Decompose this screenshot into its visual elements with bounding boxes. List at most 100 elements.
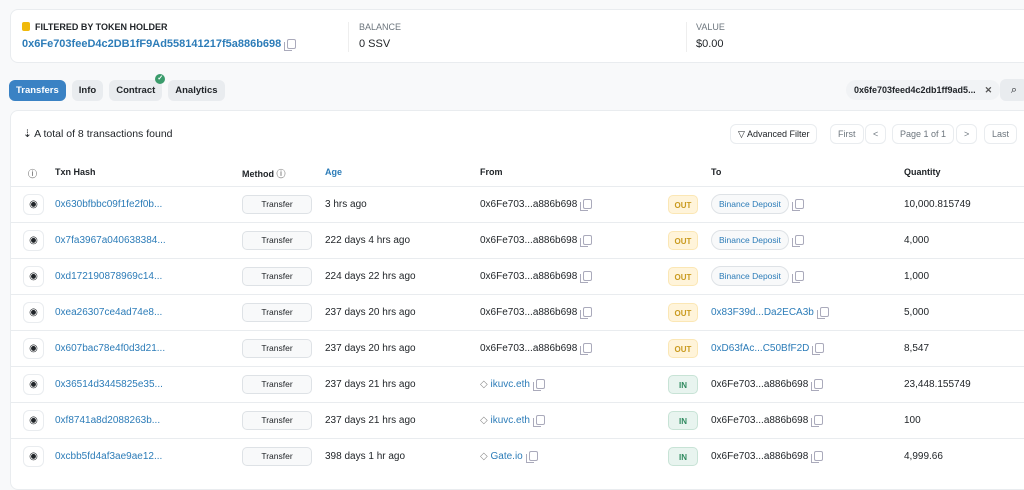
copy-icon[interactable] [814,415,823,425]
to-address[interactable]: 0x6Fe703...a886b698 [711,379,808,390]
copy-icon[interactable] [536,415,545,425]
method-badge: Transfer [242,375,312,394]
value-label: VALUE [696,22,725,32]
method-badge: Transfer [242,267,312,286]
txn-hash[interactable]: 0x607bac78e4f0d3d21... [55,331,165,367]
prev-page-button[interactable]: < [865,124,886,144]
eye-icon[interactable]: ◉ [23,266,44,287]
to-label[interactable]: Binance Deposit [711,230,789,250]
age: 237 days 20 hrs ago [325,295,416,331]
eye-icon[interactable]: ◉ [23,410,44,431]
txn-hash[interactable]: 0x36514d3445825e35... [55,367,163,403]
direction-badge: OUT [668,339,698,358]
txn-hash[interactable]: 0xd172190878969c14... [55,259,162,295]
total-count: ⇣ A total of 8 transactions found [23,128,173,140]
eye-icon[interactable]: ◉ [23,302,44,323]
table-row: ◉ 0x607bac78e4f0d3d21... Transfer 237 da… [11,330,1024,366]
direction-badge: IN [668,447,698,466]
next-page-button[interactable]: > [956,124,977,144]
copy-icon[interactable] [583,307,592,317]
txn-hash[interactable]: 0xea26307ce4ad74e8... [55,295,162,331]
quantity: 10,000.815749 [904,187,971,223]
copy-icon[interactable] [583,343,592,353]
copy-icon[interactable] [583,271,592,281]
copy-icon[interactable] [820,307,829,317]
eye-icon[interactable]: ◉ [23,338,44,359]
from-cell: ◇ ikuvc.eth [480,403,545,439]
eye-icon[interactable]: ◉ [23,230,44,251]
copy-icon[interactable] [529,451,538,461]
to-cell: 0x6Fe703...a886b698 [711,403,823,439]
age: 222 days 4 hrs ago [325,223,410,259]
col-from: From [480,167,503,177]
txn-hash[interactable]: 0xf8741a8d2088263b... [55,403,160,439]
quantity: 4,999.66 [904,439,943,475]
search-button[interactable]: ⌕ [1000,79,1024,101]
txn-hash[interactable]: 0x630bfbbc09f1fe2f0b... [55,187,162,223]
copy-icon[interactable] [287,39,296,49]
copy-icon[interactable] [583,199,592,209]
copy-icon[interactable] [814,379,823,389]
to-address[interactable]: 0xD63fAc...C50BfF2D [711,343,809,354]
txn-hash[interactable]: 0x7fa3967a040638384... [55,223,166,259]
info-icon[interactable]: ⓘ [277,169,286,179]
to-address[interactable]: 0x83F39d...Da2ECA3b [711,307,814,318]
age: 398 days 1 hr ago [325,439,405,475]
from-address[interactable]: ikuvc.eth [490,379,529,390]
col-to: To [711,167,721,177]
first-page-button[interactable]: First [830,124,864,144]
quantity: 4,000 [904,223,929,259]
eye-icon[interactable]: ◉ [23,446,44,467]
close-icon[interactable]: ✕ [985,85,993,95]
address-filter-chip[interactable]: 0x6fe703feed4c2db1ff9ad5... ✕ [846,80,1000,100]
contract-icon: ◇ [480,415,488,426]
tab-analytics[interactable]: Analytics [168,80,224,101]
help-icon[interactable]: ⓘ [28,167,37,180]
quantity: 1,000 [904,259,929,295]
direction-badge: OUT [668,231,698,250]
eye-icon[interactable]: ◉ [23,374,44,395]
to-address[interactable]: 0x6Fe703...a886b698 [711,415,808,426]
to-label[interactable]: Binance Deposit [711,266,789,286]
last-page-button[interactable]: Last [984,124,1017,144]
sort-icon: ⇣ [23,128,32,140]
copy-icon[interactable] [815,343,824,353]
age: 237 days 20 hrs ago [325,331,416,367]
from-cell: 0x6Fe703...a886b698 [480,295,592,331]
tab-info[interactable]: Info [72,80,103,101]
from-address[interactable]: ikuvc.eth [490,415,529,426]
copy-icon[interactable] [795,235,804,245]
quantity: 100 [904,403,921,439]
from-address[interactable]: Gate.io [490,451,522,462]
table-row: ◉ 0x36514d3445825e35... Transfer 237 day… [11,366,1024,402]
copy-icon[interactable] [583,235,592,245]
copy-icon[interactable] [795,271,804,281]
copy-icon[interactable] [536,379,545,389]
tab-transfers[interactable]: Transfers [9,80,66,101]
from-cell: 0x6Fe703...a886b698 [480,259,592,295]
copy-icon[interactable] [795,199,804,209]
tab-contract[interactable]: Contract✓ [109,80,162,101]
filter-chip-text: 0x6fe703feed4c2db1ff9ad5... [854,85,976,95]
from-cell: 0x6Fe703...a886b698 [480,223,592,259]
advanced-filter-button[interactable]: ▽ Advanced Filter [730,124,817,144]
holder-address[interactable]: 0x6Fe703feeD4c2DB1fF9Ad558141217f5a886b6… [22,38,281,50]
eye-icon[interactable]: ◉ [23,194,44,215]
table-row: ◉ 0x7fa3967a040638384... Transfer 222 da… [11,222,1024,258]
to-label[interactable]: Binance Deposit [711,194,789,214]
from-address[interactable]: 0x6Fe703...a886b698 [480,307,577,318]
col-age[interactable]: Age [325,167,342,177]
contract-icon: ◇ [480,451,488,462]
from-address[interactable]: 0x6Fe703...a886b698 [480,235,577,246]
txn-hash[interactable]: 0xcbb5fd4af3ae9ae12... [55,439,162,475]
to-address[interactable]: 0x6Fe703...a886b698 [711,451,808,462]
from-address[interactable]: 0x6Fe703...a886b698 [480,199,577,210]
tab-contract-label: Contract [116,85,155,96]
balance-value: 0 SSV [359,38,401,50]
copy-icon[interactable] [814,451,823,461]
method-badge: Transfer [242,195,312,214]
from-address[interactable]: 0x6Fe703...a886b698 [480,343,577,354]
from-cell: ◇ ikuvc.eth [480,367,545,403]
to-cell: 0x83F39d...Da2ECA3b [711,295,829,331]
from-address[interactable]: 0x6Fe703...a886b698 [480,271,577,282]
